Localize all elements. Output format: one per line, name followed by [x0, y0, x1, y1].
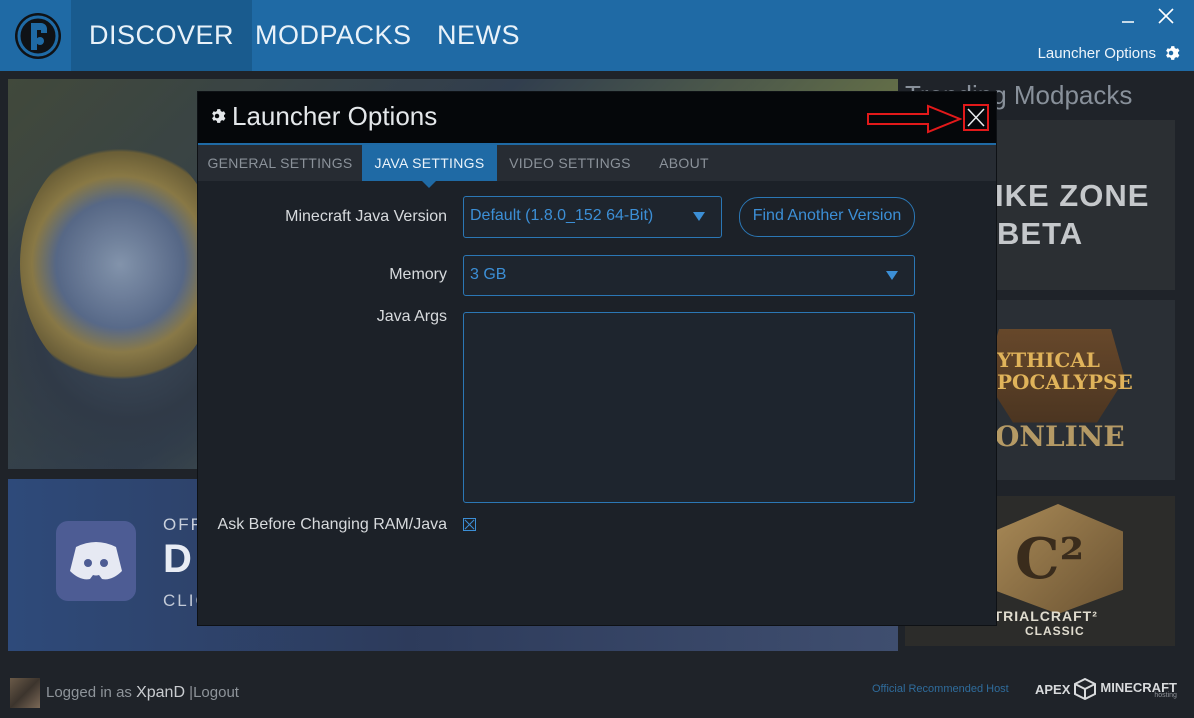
- minimize-icon[interactable]: [1121, 8, 1135, 29]
- trending-card-tagline: ONLINE: [995, 420, 1125, 453]
- close-icon: [967, 108, 985, 127]
- featured-emblem-image: [20, 139, 220, 389]
- dialog-tabs: GENERAL SETTINGS JAVA SETTINGS VIDEO SET…: [198, 145, 996, 181]
- java-version-select[interactable]: Default (1.8.0_152 64-Bit): [463, 196, 722, 238]
- launcher-options-label: Launcher Options: [1037, 44, 1156, 62]
- trending-card-tagline: CLASSIC: [1025, 624, 1085, 638]
- memory-label: Memory: [389, 266, 447, 283]
- launcher-options-dialog: Launcher Options GENERAL SETTINGS JAVA S…: [198, 92, 996, 625]
- nav-modpacks[interactable]: MODPACKS: [237, 0, 430, 71]
- tab-java-settings[interactable]: JAVA SETTINGS: [362, 145, 497, 181]
- discord-banner-line2: D: [163, 537, 192, 581]
- nav-news[interactable]: NEWS: [419, 0, 538, 71]
- trending-card-title: C²: [1015, 526, 1085, 592]
- launcher-options-link[interactable]: Launcher Options: [1038, 44, 1180, 62]
- apex-hosting-logo[interactable]: APEX MINECRAFT hosting: [1035, 678, 1177, 700]
- ask-ram-label: Ask Before Changing RAM/Java: [217, 516, 447, 533]
- logged-in-label: Logged in as: [46, 684, 132, 701]
- chevron-down-icon: [886, 271, 898, 280]
- ask-ram-checkbox[interactable]: [463, 518, 476, 531]
- java-args-label: Java Args: [376, 308, 447, 325]
- tab-about[interactable]: ABOUT: [643, 145, 725, 181]
- login-status: Logged in as XpanD |Logout: [46, 684, 239, 702]
- dialog-title: Launcher Options: [232, 101, 438, 131]
- official-host-text: Official Recommended Host: [872, 683, 1009, 695]
- logout-link[interactable]: Logout: [193, 684, 239, 701]
- active-tab-indicator: [422, 181, 436, 188]
- top-nav-bar: DISCOVER MODPACKS NEWS Launcher Options: [0, 0, 1194, 71]
- gear-icon: [1166, 46, 1180, 60]
- trending-card-title: IKE ZONE: [995, 178, 1150, 213]
- memory-value: 3 GB: [470, 266, 507, 283]
- tab-general-settings[interactable]: GENERAL SETTINGS: [198, 145, 362, 181]
- apex-cube-icon: [1074, 678, 1097, 700]
- trending-card-title: YTHICAL: [997, 348, 1100, 372]
- java-args-textarea[interactable]: [463, 312, 915, 503]
- nav-discover[interactable]: DISCOVER: [71, 0, 253, 71]
- gear-icon: [212, 109, 226, 123]
- chevron-down-icon: [693, 212, 705, 221]
- dialog-close-button[interactable]: [963, 104, 989, 131]
- username: XpanD: [136, 684, 185, 701]
- red-arrow-annotation-icon: [867, 104, 962, 134]
- avatar: [10, 678, 40, 708]
- trending-card-subtitle: POCALYPSE: [997, 370, 1133, 394]
- java-version-label: Minecraft Java Version: [285, 208, 447, 225]
- apex-brand-left: APEX: [1035, 681, 1071, 697]
- dialog-header: Launcher Options: [198, 92, 996, 145]
- find-another-version-button[interactable]: Find Another Version: [739, 197, 915, 237]
- discord-icon: [56, 521, 136, 601]
- app-logo-icon: [15, 13, 61, 59]
- memory-select[interactable]: 3 GB: [463, 255, 915, 296]
- java-version-value: Default (1.8.0_152 64-Bit): [470, 207, 654, 224]
- window-close-icon[interactable]: [1158, 8, 1174, 29]
- trending-card-subtitle: BETA: [997, 216, 1084, 251]
- tab-video-settings[interactable]: VIDEO SETTINGS: [497, 145, 643, 181]
